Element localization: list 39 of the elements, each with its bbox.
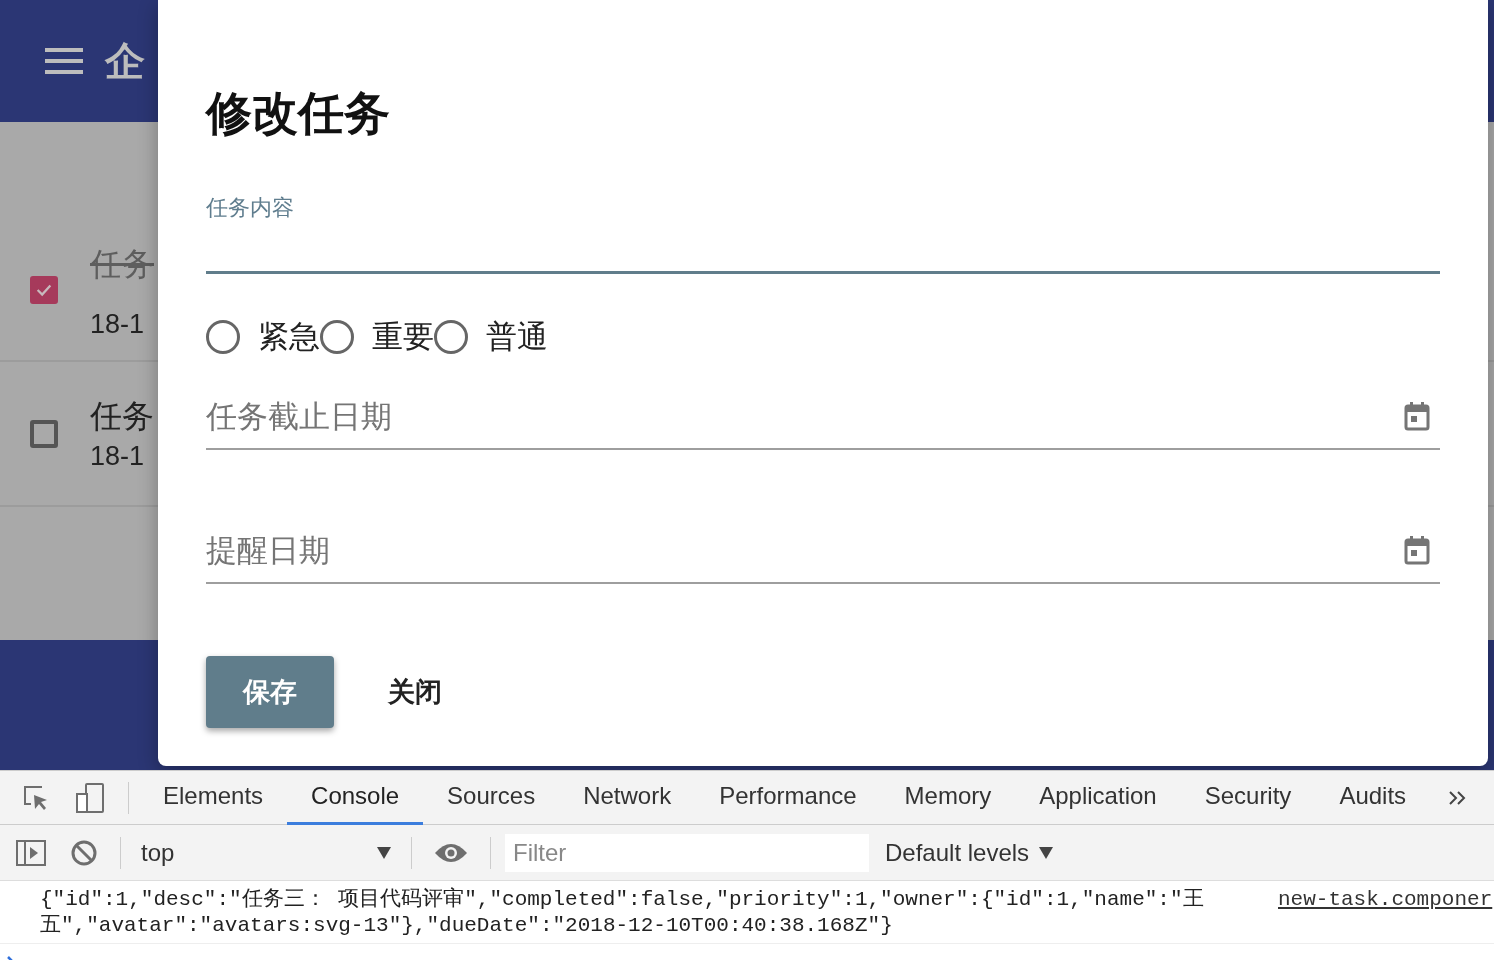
devtools-tab[interactable]: Sources — [423, 770, 560, 825]
devtools-tab[interactable]: Audits — [1315, 770, 1431, 825]
filter-field[interactable]: Filter — [505, 833, 869, 872]
calendar-icon[interactable] — [1404, 401, 1430, 432]
context-select[interactable]: top — [131, 838, 401, 867]
content-input[interactable]: 任务内容 — [206, 193, 1440, 275]
task-date: 18-1 — [90, 441, 146, 472]
menu-icon[interactable] — [45, 48, 83, 74]
app-title: 企 — [105, 36, 145, 86]
field-label: 任务内容 — [206, 195, 294, 221]
eye-icon[interactable] — [434, 841, 468, 864]
date-input[interactable]: 提醒日期 — [206, 532, 1404, 569]
caret-icon — [1039, 846, 1054, 859]
task-date: 18-1 — [90, 309, 146, 340]
dialog-title: 修改任务 — [206, 86, 391, 142]
calendar-icon[interactable] — [1404, 535, 1430, 566]
devtools-tab[interactable]: Memory — [880, 770, 1016, 825]
devtools-tab[interactable]: Performance — [695, 770, 881, 825]
close-button[interactable]: 关闭 — [384, 664, 446, 721]
date-input[interactable]: 任务截止日期 — [206, 398, 1404, 435]
sidebar-icon[interactable] — [16, 839, 46, 866]
caret-icon — [377, 846, 391, 859]
source-link[interactable]: new-task.componer — [1278, 887, 1493, 939]
devtools-tab[interactable]: Elements — [139, 770, 288, 825]
checkbox[interactable] — [30, 276, 58, 304]
devtools-tab[interactable]: Application — [1015, 770, 1181, 825]
priority-radio[interactable]: 重要 — [320, 316, 434, 359]
priority-radio[interactable]: 普通 — [434, 316, 548, 359]
devtools-tab[interactable]: Security — [1180, 770, 1316, 825]
devtools-tab[interactable]: Network — [559, 770, 696, 825]
save-button[interactable]: 保存 — [206, 656, 334, 729]
task-title: 任务 — [90, 396, 154, 437]
console-message: {"id":1,"desc":"任务三： 项目代码评审","completed":false,"priority":1,"owner":{"id":1,"name":"王五","avatar":"avatars:svg-13"},"dueDate":"2018-12-10T00:40:38.168Z"} — [40, 887, 1205, 939]
priority-radio[interactable]: 紧急 — [206, 316, 320, 359]
task-title: 任务 — [90, 244, 154, 285]
checkbox[interactable] — [30, 419, 58, 448]
device-icon[interactable] — [74, 781, 106, 814]
levels-dropdown[interactable]: Default levels — [879, 837, 1060, 868]
clear-icon[interactable] — [70, 838, 98, 867]
